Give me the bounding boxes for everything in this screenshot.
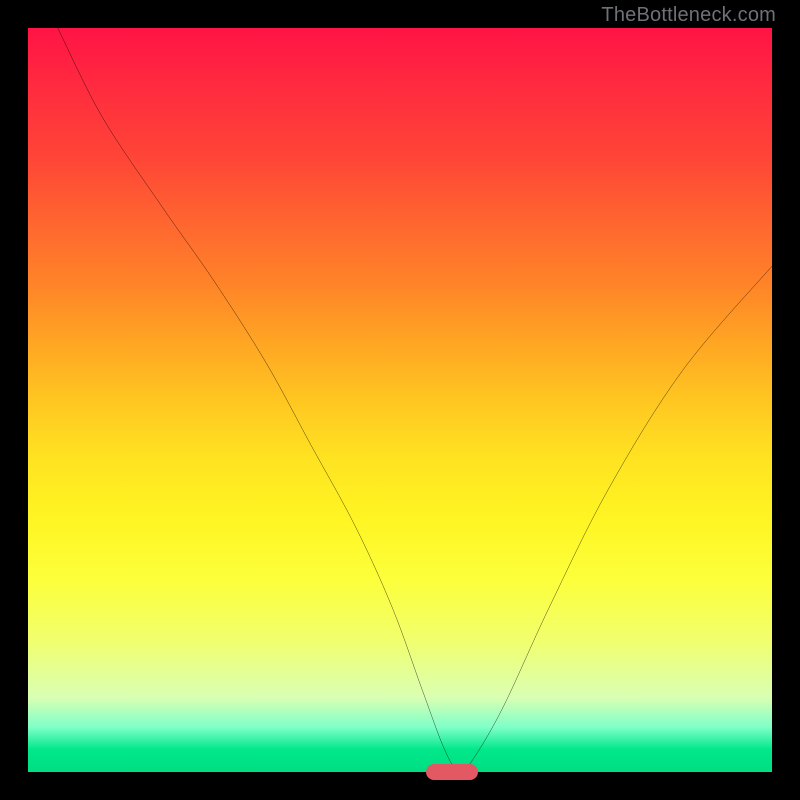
plot-area: TheBottleneck.com [28, 28, 772, 772]
curve-path [58, 28, 772, 772]
chart-frame: TheBottleneck.com [0, 0, 800, 800]
optimal-marker [426, 764, 478, 780]
bottleneck-curve [28, 28, 772, 772]
watermark-text: TheBottleneck.com [601, 4, 776, 27]
